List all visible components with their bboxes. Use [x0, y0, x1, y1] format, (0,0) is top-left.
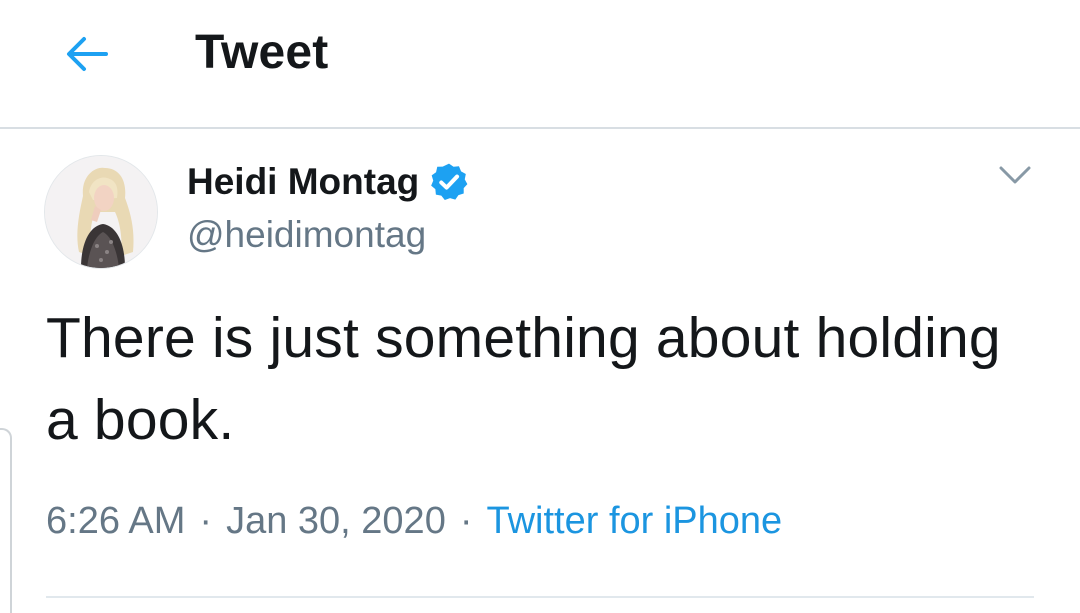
tweet-date: Jan 30, 2020 [226, 500, 446, 542]
tweet-menu-button[interactable] [993, 158, 1037, 194]
page-title: Tweet [195, 26, 329, 79]
avatar[interactable] [44, 155, 158, 269]
tweet-meta: 6:26 AM · Jan 30, 2020 · Twitter for iPh… [46, 500, 782, 543]
arrow-left-icon [67, 37, 108, 71]
meta-separator: · [459, 500, 473, 542]
chevron-down-icon [999, 166, 1031, 184]
tweet-source-link[interactable]: Twitter for iPhone [486, 500, 782, 543]
edge-overlay [0, 428, 12, 613]
profile-photo [45, 156, 157, 268]
meta-separator: · [199, 500, 213, 542]
back-button[interactable] [56, 30, 116, 78]
tweet-time: 6:26 AM [46, 500, 186, 542]
display-name[interactable]: Heidi Montag [187, 161, 419, 203]
author-name-row[interactable]: Heidi Montag [187, 158, 470, 206]
user-handle[interactable]: @heidimontag [187, 214, 426, 256]
verified-badge-icon [428, 161, 470, 203]
tweet-detail-screen: Tweet Heidi Montag @heidimontag There is… [0, 0, 1080, 613]
tweet-text: There is just something about holding a … [46, 306, 1001, 452]
top-app-bar: Tweet [0, 0, 1080, 129]
divider [46, 596, 1034, 598]
